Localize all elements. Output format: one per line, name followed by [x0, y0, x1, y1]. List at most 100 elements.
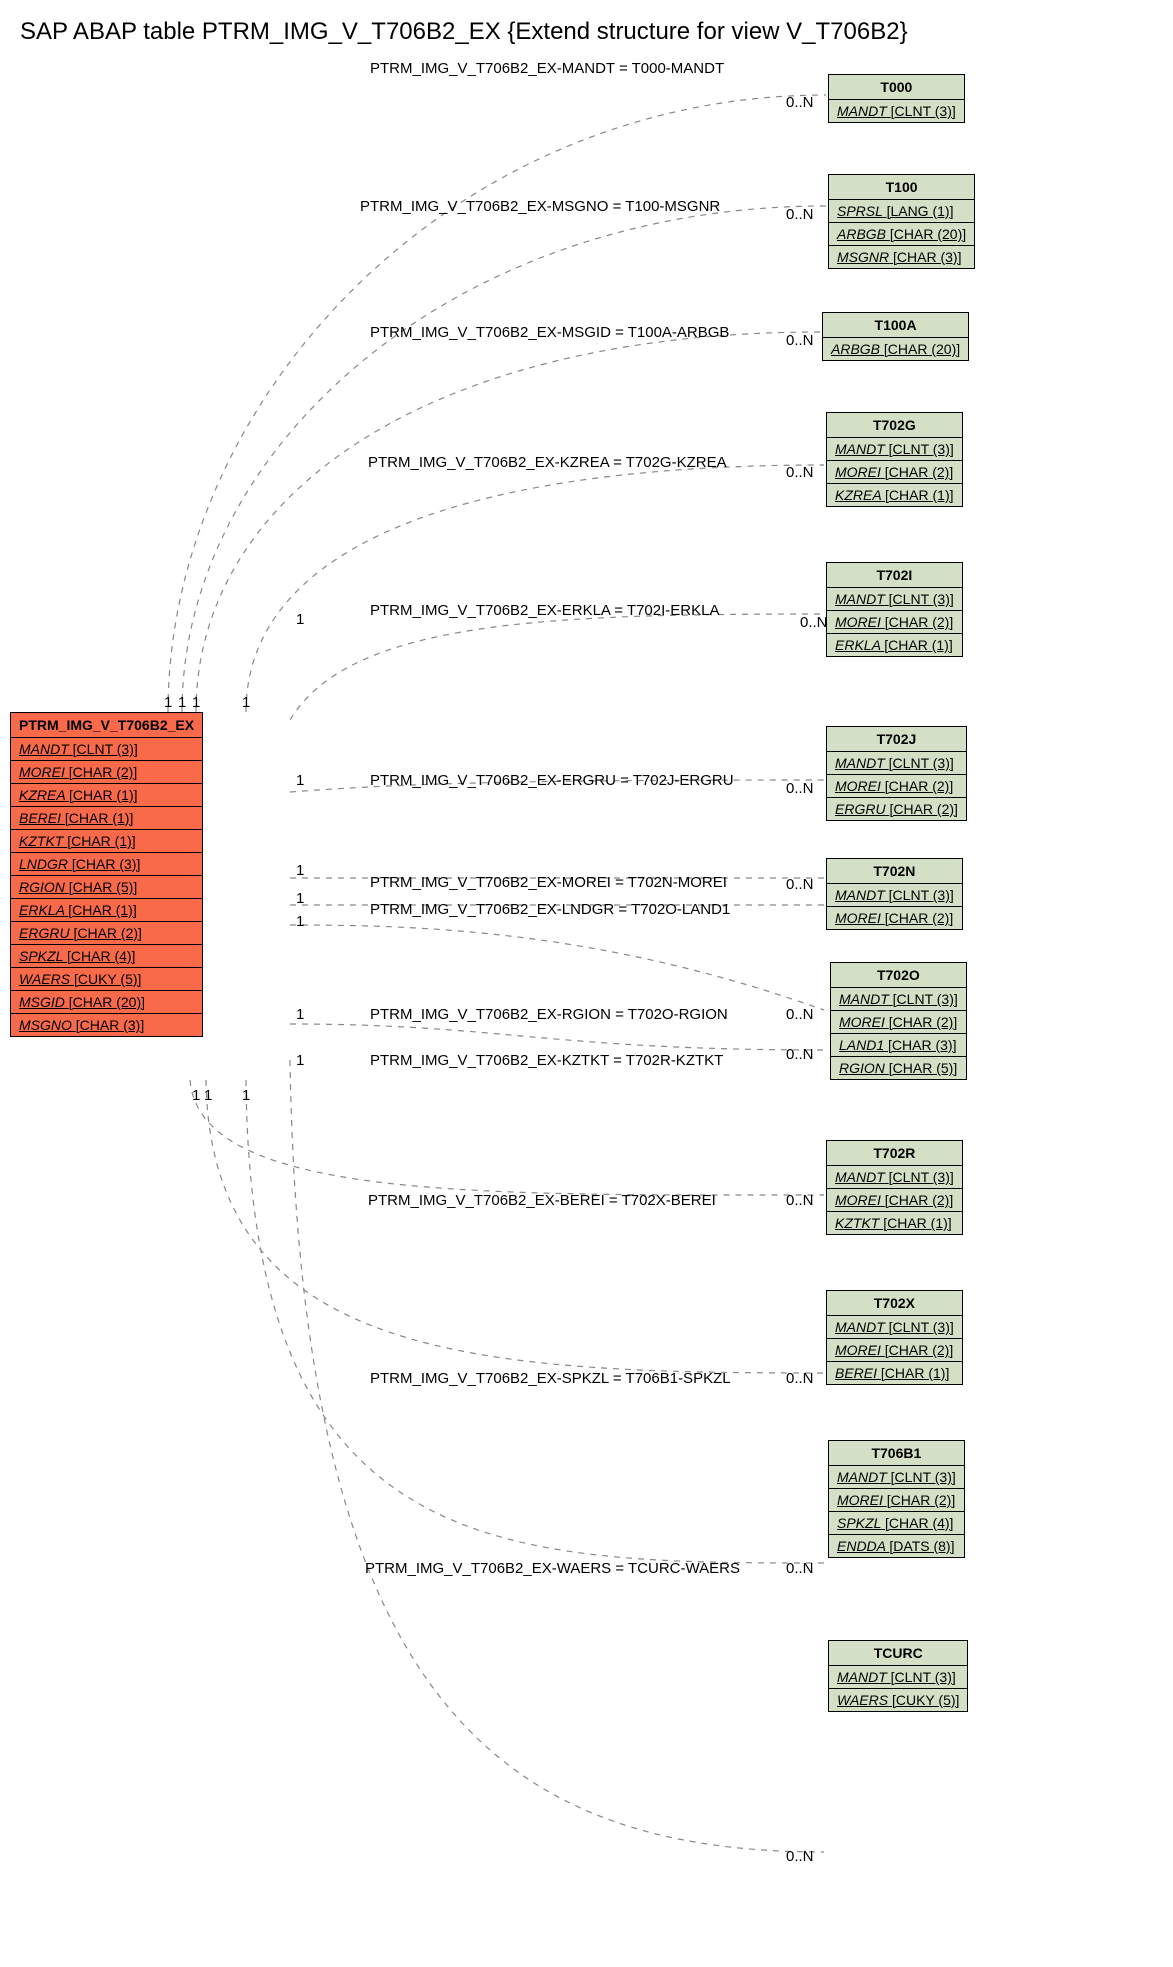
entity-field: RGION [CHAR (5)] [11, 876, 202, 899]
entity-field: MANDT [CLNT (3)] [829, 100, 964, 122]
related-entity: T702JMANDT [CLNT (3)]MOREI [CHAR (2)]ERG… [826, 726, 967, 821]
entity-field: ERKLA [CHAR (1)] [827, 634, 962, 656]
relation-label: PTRM_IMG_V_T706B2_EX-MANDT = T000-MANDT [370, 60, 724, 77]
entity-field: BEREI [CHAR (1)] [827, 1362, 962, 1384]
entity-field: MANDT [CLNT (3)] [827, 1316, 962, 1339]
related-entity: T702NMANDT [CLNT (3)]MOREI [CHAR (2)] [826, 858, 963, 930]
entity-header: T702R [827, 1141, 962, 1166]
entity-header: T702G [827, 413, 962, 438]
entity-header: T702I [827, 563, 962, 588]
related-entity: T100AARBGB [CHAR (20)] [822, 312, 969, 361]
entity-field: MANDT [CLNT (3)] [827, 1166, 962, 1189]
entity-header: T706B1 [829, 1441, 964, 1466]
cardinality-right: 0..N [786, 1006, 814, 1023]
cardinality-right: 0..N [800, 614, 828, 631]
cardinality-left: 1 [192, 1087, 200, 1104]
entity-field: MSGID [CHAR (20)] [11, 991, 202, 1014]
entity-field: ARBGB [CHAR (20)] [823, 338, 968, 360]
entity-header: T702X [827, 1291, 962, 1316]
entity-header: T100 [829, 175, 974, 200]
main-entity: PTRM_IMG_V_T706B2_EXMANDT [CLNT (3)]MORE… [10, 712, 203, 1037]
cardinality-right: 0..N [786, 1848, 814, 1865]
cardinality-left: 1 [296, 772, 304, 789]
entity-header: T000 [829, 75, 964, 100]
related-entity: T702GMANDT [CLNT (3)]MOREI [CHAR (2)]KZR… [826, 412, 963, 507]
cardinality-left: 1 [204, 1087, 212, 1104]
cardinality-right: 0..N [786, 876, 814, 893]
relation-label: PTRM_IMG_V_T706B2_EX-MSGNO = T100-MSGNR [360, 198, 720, 215]
entity-field: MOREI [CHAR (2)] [827, 907, 962, 929]
entity-field: MSGNR [CHAR (3)] [829, 246, 974, 268]
entity-field: MANDT [CLNT (3)] [827, 884, 962, 907]
related-entity: T702IMANDT [CLNT (3)]MOREI [CHAR (2)]ERK… [826, 562, 963, 657]
cardinality-left: 1 [178, 694, 186, 711]
entity-field: MANDT [CLNT (3)] [831, 988, 966, 1011]
entity-header: T702N [827, 859, 962, 884]
entity-field: KZTKT [CHAR (1)] [827, 1212, 962, 1234]
entity-field: BEREI [CHAR (1)] [11, 807, 202, 830]
entity-header: T702J [827, 727, 966, 752]
relation-label: PTRM_IMG_V_T706B2_EX-KZREA = T702G-KZREA [368, 454, 727, 471]
cardinality-right: 0..N [786, 464, 814, 481]
relation-label: PTRM_IMG_V_T706B2_EX-MSGID = T100A-ARBGB [370, 324, 729, 341]
entity-field: MOREI [CHAR (2)] [827, 1339, 962, 1362]
relation-label: PTRM_IMG_V_T706B2_EX-RGION = T702O-RGION [370, 1006, 728, 1023]
entity-field: MOREI [CHAR (2)] [827, 775, 966, 798]
relation-label: PTRM_IMG_V_T706B2_EX-MOREI = T702N-MOREI [370, 874, 727, 891]
entity-field: MANDT [CLNT (3)] [827, 438, 962, 461]
entity-field: MOREI [CHAR (2)] [11, 761, 202, 784]
entity-field: ARBGB [CHAR (20)] [829, 223, 974, 246]
cardinality-left: 1 [242, 694, 250, 711]
entity-header: TCURC [829, 1641, 967, 1666]
entity-field: ERGRU [CHAR (2)] [11, 922, 202, 945]
cardinality-right: 0..N [786, 206, 814, 223]
cardinality-left: 1 [296, 1006, 304, 1023]
entity-field: MANDT [CLNT (3)] [11, 738, 202, 761]
entity-field: LAND1 [CHAR (3)] [831, 1034, 966, 1057]
cardinality-left: 1 [296, 913, 304, 930]
entity-field: SPKZL [CHAR (4)] [829, 1512, 964, 1535]
entity-field: KZTKT [CHAR (1)] [11, 830, 202, 853]
entity-field: WAERS [CUKY (5)] [11, 968, 202, 991]
cardinality-left: 1 [296, 1052, 304, 1069]
cardinality-right: 0..N [786, 1192, 814, 1209]
entity-field: LNDGR [CHAR (3)] [11, 853, 202, 876]
entity-header: T100A [823, 313, 968, 338]
entity-field: WAERS [CUKY (5)] [829, 1689, 967, 1711]
cardinality-left: 1 [296, 890, 304, 907]
entity-field: SPKZL [CHAR (4)] [11, 945, 202, 968]
relation-label: PTRM_IMG_V_T706B2_EX-ERKLA = T702I-ERKLA [370, 602, 719, 619]
entity-field: MANDT [CLNT (3)] [827, 588, 962, 611]
page-title: SAP ABAP table PTRM_IMG_V_T706B2_EX {Ext… [20, 18, 908, 46]
entity-field: MANDT [CLNT (3)] [827, 752, 966, 775]
related-entity: T706B1MANDT [CLNT (3)]MOREI [CHAR (2)]SP… [828, 1440, 965, 1558]
entity-field: MOREI [CHAR (2)] [827, 461, 962, 484]
entity-field: MOREI [CHAR (2)] [827, 611, 962, 634]
entity-field: RGION [CHAR (5)] [831, 1057, 966, 1079]
relation-label: PTRM_IMG_V_T706B2_EX-BEREI = T702X-BEREI [368, 1192, 716, 1209]
related-entity: T000MANDT [CLNT (3)] [828, 74, 965, 123]
entity-field: KZREA [CHAR (1)] [11, 784, 202, 807]
related-entity: T702RMANDT [CLNT (3)]MOREI [CHAR (2)]KZT… [826, 1140, 963, 1235]
entity-field: KZREA [CHAR (1)] [827, 484, 962, 506]
entity-field: SPRSL [LANG (1)] [829, 200, 974, 223]
entity-field: ERKLA [CHAR (1)] [11, 899, 202, 922]
cardinality-right: 0..N [786, 1046, 814, 1063]
entity-field: MANDT [CLNT (3)] [829, 1666, 967, 1689]
entity-field: MANDT [CLNT (3)] [829, 1466, 964, 1489]
cardinality-left: 1 [192, 694, 200, 711]
relation-label: PTRM_IMG_V_T706B2_EX-LNDGR = T702O-LAND1 [370, 901, 730, 918]
relation-label: PTRM_IMG_V_T706B2_EX-ERGRU = T702J-ERGRU [370, 772, 734, 789]
entity-field: ENDDA [DATS (8)] [829, 1535, 964, 1557]
cardinality-right: 0..N [786, 780, 814, 797]
cardinality-right: 0..N [786, 332, 814, 349]
related-entity: T702OMANDT [CLNT (3)]MOREI [CHAR (2)]LAN… [830, 962, 967, 1080]
entity-field: MOREI [CHAR (2)] [827, 1189, 962, 1212]
cardinality-left: 1 [242, 1087, 250, 1104]
cardinality-right: 0..N [786, 1370, 814, 1387]
entity-field: ERGRU [CHAR (2)] [827, 798, 966, 820]
cardinality-right: 0..N [786, 94, 814, 111]
entity-header: T702O [831, 963, 966, 988]
entity-field: MSGNO [CHAR (3)] [11, 1014, 202, 1036]
related-entity: T702XMANDT [CLNT (3)]MOREI [CHAR (2)]BER… [826, 1290, 963, 1385]
